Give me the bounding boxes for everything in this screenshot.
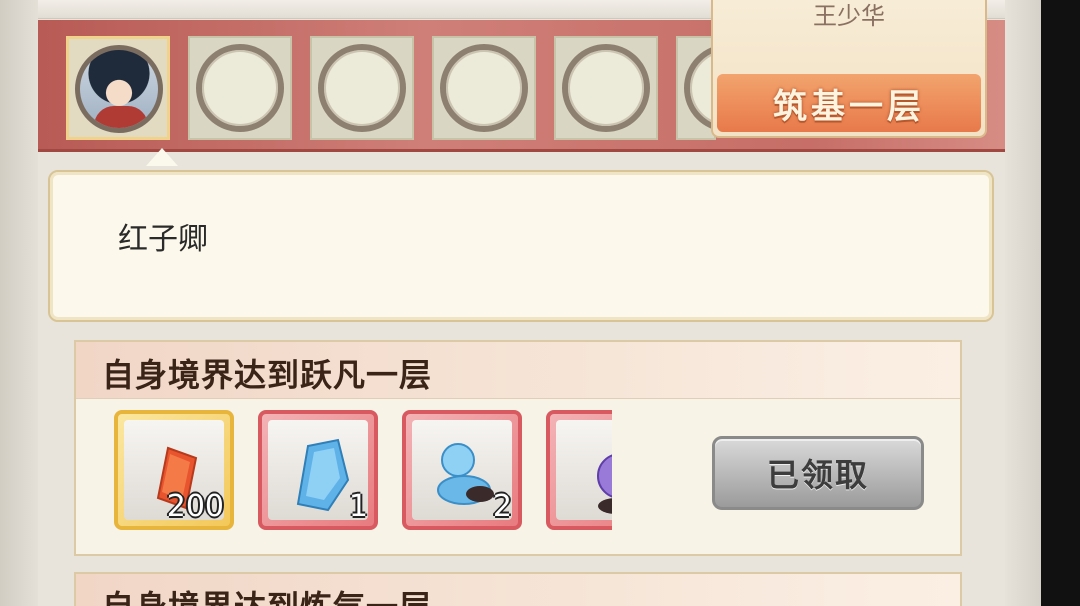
reward-item[interactable]: 200 <box>114 410 234 530</box>
empty-slot-ring <box>196 44 284 132</box>
realm-character-name: 王少华 <box>813 2 885 30</box>
character-slot-selected[interactable] <box>66 36 170 140</box>
task-card: 自身境界达到跃凡一层 200 1 2 已领取 <box>74 340 962 556</box>
character-slot-empty[interactable] <box>310 36 414 140</box>
empty-slot-ring <box>440 44 528 132</box>
task-card: 自身境界达到炼气一层 <box>74 572 962 606</box>
left-frame <box>0 0 38 606</box>
realm-level: 筑基一层 <box>773 86 925 127</box>
empty-slot-ring <box>318 44 406 132</box>
selection-pointer <box>146 148 178 166</box>
reward-count: 1 <box>348 489 368 524</box>
empty-slot-ring <box>562 44 650 132</box>
claimed-button-label: 已领取 <box>766 456 869 494</box>
realm-level-band: 筑基一层 <box>717 74 981 132</box>
task-title: 自身境界达到跃凡一层 <box>102 356 433 394</box>
character-name: 红子卿 <box>118 222 208 257</box>
character-slot-empty[interactable] <box>554 36 658 140</box>
character-slot-empty[interactable] <box>188 36 292 140</box>
reward-count: 200 <box>166 489 224 524</box>
character-description-box: 红子卿 <box>48 170 994 322</box>
reward-item[interactable]: 2 <box>402 410 522 530</box>
character-slot-empty[interactable] <box>432 36 536 140</box>
right-black-edge <box>1041 0 1080 606</box>
task-title: 自身境界达到炼气一层 <box>102 582 432 606</box>
character-slot-empty[interactable] <box>676 36 716 140</box>
reward-item-frame <box>556 420 612 520</box>
character-avatar <box>75 45 163 133</box>
claimed-button[interactable]: 已领取 <box>712 436 924 510</box>
task-header: 自身境界达到跃凡一层 <box>76 342 960 399</box>
reward-list: 200 1 2 <box>114 410 612 536</box>
main-panel: 王少华 筑基一层 红子卿 自身境界达到跃凡一层 200 1 2 已领取 <box>38 0 1005 606</box>
task-header: 自身境界达到炼气一层 <box>76 574 960 606</box>
avatar-robe <box>94 106 148 128</box>
realm-card: 王少华 筑基一层 <box>711 0 987 138</box>
purple-pouch-icon <box>597 454 612 514</box>
right-frame <box>1005 0 1041 606</box>
reward-count: 2 <box>492 489 512 524</box>
reward-item[interactable] <box>546 410 612 530</box>
reward-item[interactable]: 1 <box>258 410 378 530</box>
